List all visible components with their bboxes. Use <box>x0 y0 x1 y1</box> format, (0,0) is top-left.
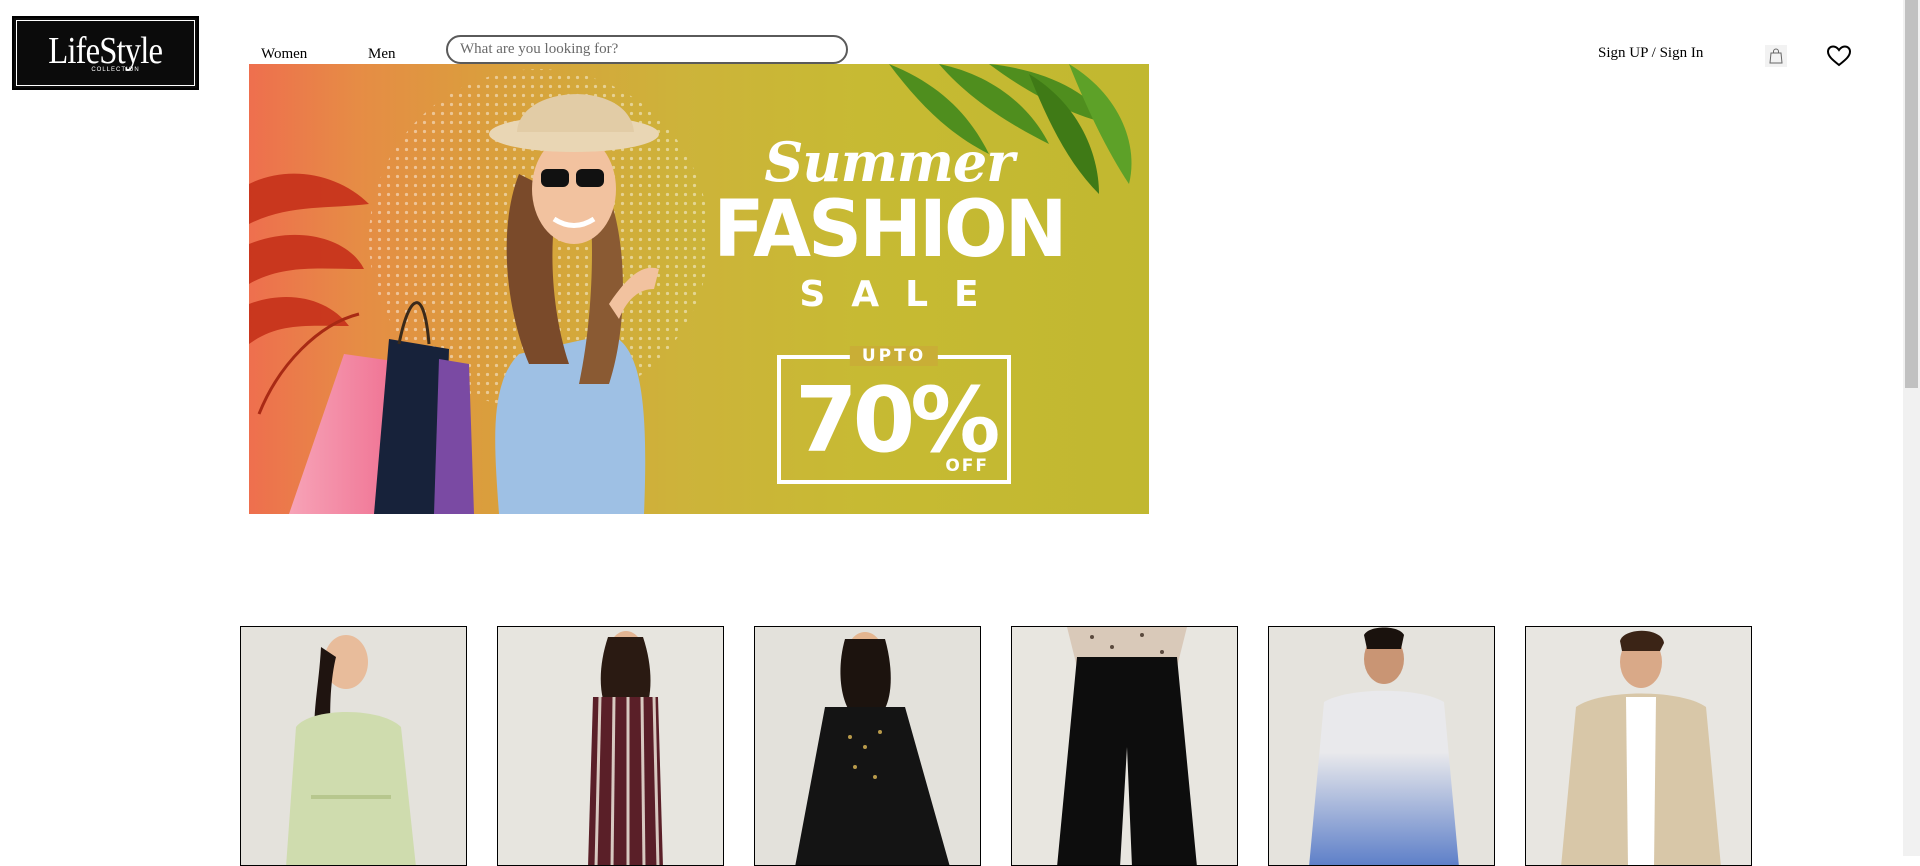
account-links: Sign UP / Sign In <box>1598 45 1703 62</box>
hero-banner[interactable]: Summer FASHION SALE UPTO 70% OFF <box>249 64 1149 514</box>
hero-line-sale: SALE <box>799 274 1005 315</box>
sign-up-link[interactable]: Sign UP <box>1598 45 1648 61</box>
product-card-women-black-kurta-set[interactable] <box>754 626 981 866</box>
product-image <box>755 627 980 865</box>
product-card-men-beige-jacket[interactable] <box>1525 626 1752 866</box>
hero-line-summer: Summer <box>764 130 1014 194</box>
sign-in-link[interactable]: Sign In <box>1660 45 1704 61</box>
product-image <box>1269 627 1494 865</box>
heart-icon[interactable] <box>1826 44 1852 68</box>
nav-men[interactable]: Men <box>368 46 396 63</box>
auth-separator: / <box>1647 45 1660 61</box>
product-image <box>1526 627 1751 865</box>
discount-badge: UPTO 70% OFF <box>777 346 1011 484</box>
hero-headline: Summer FASHION SALE <box>679 134 1099 315</box>
product-card-women-floral-dress[interactable] <box>240 626 467 866</box>
nav-women[interactable]: Women <box>261 46 307 63</box>
page-scrollbar-thumb[interactable] <box>1905 0 1918 388</box>
discount-upto: UPTO <box>849 346 939 366</box>
hero-line-fashion: FASHION <box>713 185 1067 275</box>
search-input[interactable] <box>446 35 848 64</box>
product-image <box>1012 627 1237 865</box>
shopping-bag-icon[interactable] <box>1765 45 1787 67</box>
product-card-women-striped-jumpsuit[interactable] <box>497 626 724 866</box>
product-image <box>241 627 466 865</box>
product-image <box>498 627 723 865</box>
product-card-men-dip-dye-shirt[interactable] <box>1268 626 1495 866</box>
brand-name: LifeStyle <box>48 30 164 72</box>
brand-logo[interactable]: LifeStyle COLLECTION <box>12 16 199 90</box>
discount-off: OFF <box>945 456 989 476</box>
product-card-women-black-trousers[interactable] <box>1011 626 1238 866</box>
